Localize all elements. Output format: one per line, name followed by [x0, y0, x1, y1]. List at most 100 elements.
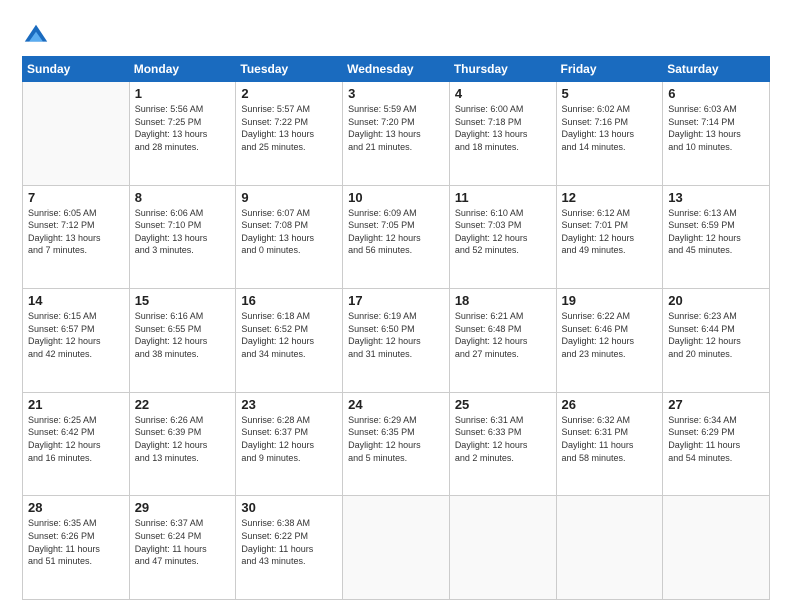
day-number: 26	[562, 397, 658, 412]
day-number: 29	[135, 500, 231, 515]
calendar-cell: 4 Sunrise: 6:00 AMSunset: 7:18 PMDaylight…	[449, 82, 556, 186]
calendar-cell: 11 Sunrise: 6:10 AMSunset: 7:03 PMDayligh…	[449, 185, 556, 289]
day-number: 9	[241, 190, 337, 205]
day-content: Sunrise: 6:22 AMSunset: 6:46 PMDaylight:…	[562, 310, 658, 360]
day-content: Sunrise: 6:38 AMSunset: 6:22 PMDaylight:…	[241, 517, 337, 567]
calendar-week-4: 28 Sunrise: 6:35 AMSunset: 6:26 PMDayligh…	[23, 496, 770, 600]
header	[22, 18, 770, 50]
calendar-cell: 10Sunrise: 6:09 AMSunset: 7:05 PMDayligh…	[343, 185, 450, 289]
day-number: 19	[562, 293, 658, 308]
calendar-header-row: SundayMondayTuesdayWednesdayThursdayFrid…	[23, 57, 770, 82]
day-number: 5	[562, 86, 658, 101]
calendar-week-1: 7Sunrise: 6:05 AMSunset: 7:12 PMDaylight…	[23, 185, 770, 289]
calendar-week-3: 21 Sunrise: 6:25 AMSunset: 6:42 PMDayligh…	[23, 392, 770, 496]
day-content: Sunrise: 5:57 AMSunset: 7:22 PMDaylight:…	[241, 103, 337, 153]
day-number: 20	[668, 293, 764, 308]
day-content: Sunrise: 6:05 AMSunset: 7:12 PMDaylight:…	[28, 207, 124, 257]
calendar-header-tuesday: Tuesday	[236, 57, 343, 82]
day-content: Sunrise: 6:12 AMSunset: 7:01 PMDaylight:…	[562, 207, 658, 257]
calendar-cell: 21 Sunrise: 6:25 AMSunset: 6:42 PMDayligh…	[23, 392, 130, 496]
day-number: 4	[455, 86, 551, 101]
page: SundayMondayTuesdayWednesdayThursdayFrid…	[0, 0, 792, 612]
day-content: Sunrise: 6:10 AMSunset: 7:03 PMDaylight:…	[455, 207, 551, 257]
day-number: 13	[668, 190, 764, 205]
day-number: 1	[135, 86, 231, 101]
calendar-cell	[343, 496, 450, 600]
day-number: 18	[455, 293, 551, 308]
calendar-cell: 9 Sunrise: 6:07 AMSunset: 7:08 PMDaylight…	[236, 185, 343, 289]
day-content: Sunrise: 6:15 AMSunset: 6:57 PMDaylight:…	[28, 310, 124, 360]
calendar-cell: 30Sunrise: 6:38 AMSunset: 6:22 PMDayligh…	[236, 496, 343, 600]
calendar-cell: 1 Sunrise: 5:56 AMSunset: 7:25 PMDaylight…	[129, 82, 236, 186]
calendar-cell: 20 Sunrise: 6:23 AMSunset: 6:44 PMDayligh…	[663, 289, 770, 393]
day-number: 17	[348, 293, 444, 308]
calendar-week-0: 1 Sunrise: 5:56 AMSunset: 7:25 PMDaylight…	[23, 82, 770, 186]
day-number: 11	[455, 190, 551, 205]
day-number: 28	[28, 500, 124, 515]
day-content: Sunrise: 6:16 AMSunset: 6:55 PMDaylight:…	[135, 310, 231, 360]
day-content: Sunrise: 5:59 AMSunset: 7:20 PMDaylight:…	[348, 103, 444, 153]
calendar-header-thursday: Thursday	[449, 57, 556, 82]
calendar-cell: 28 Sunrise: 6:35 AMSunset: 6:26 PMDayligh…	[23, 496, 130, 600]
calendar-cell: 24 Sunrise: 6:29 AMSunset: 6:35 PMDayligh…	[343, 392, 450, 496]
calendar-cell	[23, 82, 130, 186]
calendar-cell: 16 Sunrise: 6:18 AMSunset: 6:52 PMDayligh…	[236, 289, 343, 393]
logo	[22, 22, 54, 50]
day-content: Sunrise: 6:25 AMSunset: 6:42 PMDaylight:…	[28, 414, 124, 464]
calendar-cell: 25Sunrise: 6:31 AMSunset: 6:33 PMDayligh…	[449, 392, 556, 496]
calendar-cell: 23 Sunrise: 6:28 AMSunset: 6:37 PMDayligh…	[236, 392, 343, 496]
calendar-cell: 8 Sunrise: 6:06 AMSunset: 7:10 PMDaylight…	[129, 185, 236, 289]
day-content: Sunrise: 6:02 AMSunset: 7:16 PMDaylight:…	[562, 103, 658, 153]
calendar-header-monday: Monday	[129, 57, 236, 82]
calendar-cell	[449, 496, 556, 600]
calendar-cell: 26Sunrise: 6:32 AMSunset: 6:31 PMDayligh…	[556, 392, 663, 496]
day-content: Sunrise: 6:19 AMSunset: 6:50 PMDaylight:…	[348, 310, 444, 360]
calendar-week-2: 14 Sunrise: 6:15 AMSunset: 6:57 PMDayligh…	[23, 289, 770, 393]
day-content: Sunrise: 6:06 AMSunset: 7:10 PMDaylight:…	[135, 207, 231, 257]
day-content: Sunrise: 5:56 AMSunset: 7:25 PMDaylight:…	[135, 103, 231, 153]
day-content: Sunrise: 6:00 AMSunset: 7:18 PMDaylight:…	[455, 103, 551, 153]
day-number: 16	[241, 293, 337, 308]
day-number: 24	[348, 397, 444, 412]
calendar-header-wednesday: Wednesday	[343, 57, 450, 82]
day-number: 22	[135, 397, 231, 412]
day-content: Sunrise: 6:13 AMSunset: 6:59 PMDaylight:…	[668, 207, 764, 257]
calendar-cell: 19 Sunrise: 6:22 AMSunset: 6:46 PMDayligh…	[556, 289, 663, 393]
calendar-cell: 22 Sunrise: 6:26 AMSunset: 6:39 PMDayligh…	[129, 392, 236, 496]
calendar-header-friday: Friday	[556, 57, 663, 82]
day-content: Sunrise: 6:23 AMSunset: 6:44 PMDaylight:…	[668, 310, 764, 360]
calendar-cell: 7Sunrise: 6:05 AMSunset: 7:12 PMDaylight…	[23, 185, 130, 289]
day-content: Sunrise: 6:29 AMSunset: 6:35 PMDaylight:…	[348, 414, 444, 464]
calendar-cell: 27 Sunrise: 6:34 AMSunset: 6:29 PMDayligh…	[663, 392, 770, 496]
day-content: Sunrise: 6:28 AMSunset: 6:37 PMDaylight:…	[241, 414, 337, 464]
calendar-cell: 15 Sunrise: 6:16 AMSunset: 6:55 PMDayligh…	[129, 289, 236, 393]
calendar-cell: 6Sunrise: 6:03 AMSunset: 7:14 PMDaylight…	[663, 82, 770, 186]
day-content: Sunrise: 6:21 AMSunset: 6:48 PMDaylight:…	[455, 310, 551, 360]
calendar-cell: 14 Sunrise: 6:15 AMSunset: 6:57 PMDayligh…	[23, 289, 130, 393]
calendar-cell: 2 Sunrise: 5:57 AMSunset: 7:22 PMDaylight…	[236, 82, 343, 186]
calendar-cell: 13 Sunrise: 6:13 AMSunset: 6:59 PMDayligh…	[663, 185, 770, 289]
day-number: 6	[668, 86, 764, 101]
day-content: Sunrise: 6:26 AMSunset: 6:39 PMDaylight:…	[135, 414, 231, 464]
day-number: 10	[348, 190, 444, 205]
calendar-cell: 18 Sunrise: 6:21 AMSunset: 6:48 PMDayligh…	[449, 289, 556, 393]
day-number: 15	[135, 293, 231, 308]
calendar-cell	[663, 496, 770, 600]
day-number: 2	[241, 86, 337, 101]
day-content: Sunrise: 6:18 AMSunset: 6:52 PMDaylight:…	[241, 310, 337, 360]
day-number: 3	[348, 86, 444, 101]
calendar-table: SundayMondayTuesdayWednesdayThursdayFrid…	[22, 56, 770, 600]
day-number: 21	[28, 397, 124, 412]
day-content: Sunrise: 6:35 AMSunset: 6:26 PMDaylight:…	[28, 517, 124, 567]
day-number: 23	[241, 397, 337, 412]
day-content: Sunrise: 6:07 AMSunset: 7:08 PMDaylight:…	[241, 207, 337, 257]
calendar-cell: 5 Sunrise: 6:02 AMSunset: 7:16 PMDaylight…	[556, 82, 663, 186]
day-number: 8	[135, 190, 231, 205]
calendar-cell	[556, 496, 663, 600]
day-number: 27	[668, 397, 764, 412]
day-number: 14	[28, 293, 124, 308]
day-content: Sunrise: 6:31 AMSunset: 6:33 PMDaylight:…	[455, 414, 551, 464]
calendar-cell: 3 Sunrise: 5:59 AMSunset: 7:20 PMDaylight…	[343, 82, 450, 186]
day-number: 12	[562, 190, 658, 205]
day-content: Sunrise: 6:34 AMSunset: 6:29 PMDaylight:…	[668, 414, 764, 464]
